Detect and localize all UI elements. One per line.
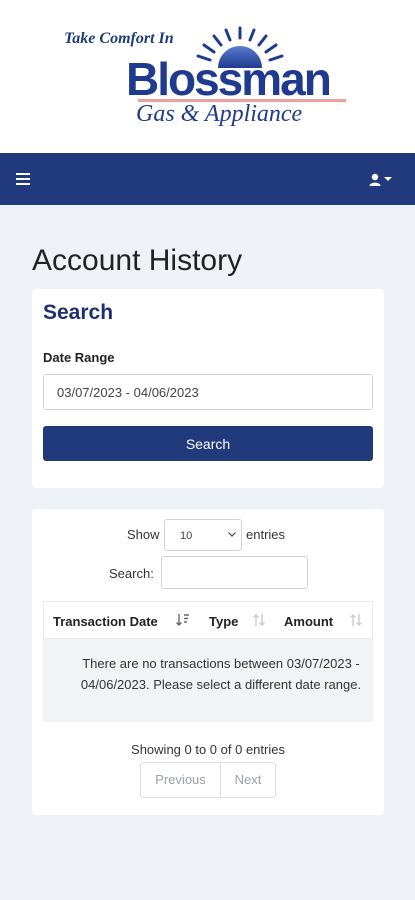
logo-brand: Blossman (126, 53, 332, 105)
sort-icon[interactable] (348, 612, 364, 628)
table-header-row: Transaction Date Type Amount (43, 601, 373, 639)
sort-icon[interactable] (251, 612, 267, 628)
search-card-title: Search (43, 301, 114, 324)
page-title: Account History (32, 244, 243, 277)
sort-descending-icon[interactable] (175, 612, 191, 628)
user-dropdown-icon[interactable] (367, 172, 401, 188)
previous-page-button[interactable]: Previous (141, 763, 221, 797)
show-label: Show (127, 527, 160, 542)
logo-subtitle: Gas & Appliance (136, 101, 303, 127)
column-header-amount[interactable]: Amount (284, 614, 333, 629)
logo-header: Take Comfort In Blossman Gas & Appliance (0, 0, 415, 153)
top-navbar (0, 153, 415, 205)
entries-per-page-value: 10 (180, 530, 193, 542)
table-info: Showing 0 to 0 of 0 entries (131, 742, 285, 757)
table-empty-row: There are no transactions between 03/07/… (43, 639, 373, 722)
table-filter-label: Search: (109, 566, 154, 581)
table-filter-input[interactable] (161, 556, 308, 589)
search-card: Search Date Range Search (32, 289, 384, 488)
hamburger-menu-icon[interactable] (16, 173, 30, 185)
column-header-type[interactable]: Type (209, 614, 238, 629)
column-header-transaction-date[interactable]: Transaction Date (53, 614, 158, 629)
date-range-label: Date Range (43, 350, 115, 365)
search-button[interactable]: Search (43, 426, 373, 461)
entries-per-page-select[interactable]: 10 (164, 519, 242, 551)
chevron-down-icon (228, 532, 236, 537)
empty-table-message: There are no transactions between 03/07/… (80, 656, 362, 692)
entries-label: entries (246, 527, 286, 542)
date-range-input[interactable] (43, 374, 373, 410)
next-page-button[interactable]: Next (221, 763, 275, 797)
transactions-card: Show 10 entries Search: Transaction Date… (32, 509, 384, 815)
logo-tagline: Take Comfort In (64, 30, 174, 47)
entries-length-control: Show 10 entries (32, 519, 384, 551)
pagination: Previous Next (140, 762, 276, 798)
